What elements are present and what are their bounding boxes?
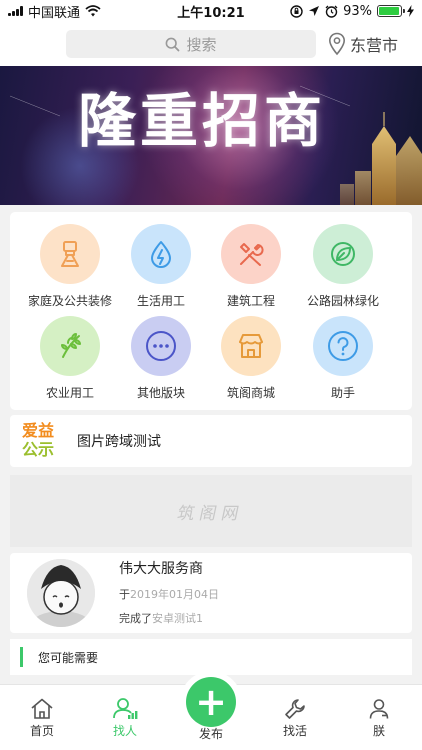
status-bar: 中国联通 上午10:21 93% xyxy=(0,0,422,22)
location-selector[interactable]: 东营市 xyxy=(328,30,398,58)
water-drop-icon xyxy=(131,224,191,284)
category-label: 其他版块 xyxy=(136,386,185,400)
category-grid: 家庭及公共装修 生活用工 建筑工程 公路园林绿化农业用工 其他版块 筑阁商城 助手 xyxy=(10,212,412,410)
provider-done-prefix: 完成了 xyxy=(119,612,152,625)
tab-bar: 首页 找人 + 发布 找活 朕 xyxy=(0,671,422,750)
paint-brush-icon xyxy=(40,224,100,284)
charging-icon xyxy=(407,5,414,17)
wrench-icon xyxy=(285,698,305,719)
tab-me-label: 朕 xyxy=(372,724,385,738)
home-icon xyxy=(31,698,53,719)
category-item[interactable]: 其他版块 xyxy=(111,316,211,401)
maybe-need-section: 您可能需要 xyxy=(10,639,412,675)
find-people-icon xyxy=(113,697,138,719)
tab-me[interactable]: 朕 xyxy=(349,695,409,739)
status-left: 中国联通 xyxy=(8,2,101,21)
user-icon xyxy=(369,698,389,719)
store-icon xyxy=(221,316,281,376)
notice-text: 图片跨域测试 xyxy=(77,434,161,450)
category-label: 家庭及公共装修 xyxy=(27,294,112,308)
image-placeholder[interactable]: 筑阁网 xyxy=(10,475,412,547)
location-label: 东营市 xyxy=(350,36,399,55)
search-placeholder: 搜索 xyxy=(186,35,217,54)
provider-name: 伟大大服务商 xyxy=(119,561,203,577)
section-title: 您可能需要 xyxy=(38,651,99,665)
category-item[interactable]: 生活用工 xyxy=(111,224,211,309)
category-item[interactable]: 助手 xyxy=(293,316,393,401)
search-input[interactable]: 搜索 xyxy=(66,30,316,58)
plus-icon: + xyxy=(186,677,236,727)
category-label: 筑阁商城 xyxy=(226,386,275,400)
banner-title: 隆重招商 xyxy=(78,87,327,155)
alarm-icon xyxy=(325,5,338,18)
tab-find-people[interactable]: 找人 xyxy=(95,695,155,739)
battery-percent: 93% xyxy=(343,3,372,19)
category-item[interactable]: 筑阁商城 xyxy=(201,316,301,401)
battery-icon xyxy=(377,5,405,17)
category-label: 生活用工 xyxy=(136,294,185,308)
provider-card[interactable]: 伟大大服务商 于2019年01月04日 完成了安卓测试1 xyxy=(10,553,412,633)
tab-home-label: 首页 xyxy=(29,724,54,738)
promo-banner[interactable]: 隆重招商 xyxy=(0,66,422,205)
category-item[interactable]: 建筑工程 xyxy=(201,224,301,309)
help-icon xyxy=(313,316,373,376)
wifi-icon xyxy=(85,5,101,17)
signal-icon xyxy=(8,6,23,16)
notice-logo-line2: 公示 xyxy=(21,440,54,459)
tab-home[interactable]: 首页 xyxy=(12,695,72,739)
provider-done-item: 安卓测试1 xyxy=(152,612,203,625)
tab-find-work-label: 找活 xyxy=(282,724,307,738)
top-header: 搜索 东营市 xyxy=(0,22,422,66)
category-item[interactable]: 家庭及公共装修 xyxy=(20,224,120,309)
notice-logo-line1: 爱益 xyxy=(21,421,54,440)
map-pin-icon xyxy=(328,32,346,56)
provider-date-value: 2019年01月04日 xyxy=(130,588,219,601)
orientation-lock-icon xyxy=(290,4,303,18)
tab-find-work[interactable]: 找活 xyxy=(265,695,325,739)
more-icon xyxy=(131,316,191,376)
category-label: 公路园林绿化 xyxy=(306,294,379,308)
tools-icon xyxy=(221,224,281,284)
section-accent-bar xyxy=(20,647,23,667)
tab-find-people-label: 找人 xyxy=(112,724,137,738)
provider-date-prefix: 于 xyxy=(119,588,130,601)
search-icon xyxy=(166,37,180,51)
provider-date: 于2019年01月04日 xyxy=(119,586,219,602)
carrier-label: 中国联通 xyxy=(28,5,81,21)
publish-label: 发布 xyxy=(198,727,223,741)
category-item[interactable]: 公路园林绿化 xyxy=(293,224,393,309)
leaf-icon xyxy=(313,224,373,284)
category-label: 建筑工程 xyxy=(226,294,275,308)
category-item[interactable]: 农业用工 xyxy=(20,316,120,401)
location-arrow-icon xyxy=(309,6,320,16)
avatar xyxy=(27,559,95,627)
notice-logo: 爱益 公示 xyxy=(18,421,58,461)
publish-button[interactable]: + xyxy=(180,671,242,733)
provider-completed: 完成了安卓测试1 xyxy=(119,610,203,626)
category-label: 农业用工 xyxy=(45,386,94,400)
image-watermark: 筑阁网 xyxy=(175,503,246,524)
notice-row[interactable]: 爱益 公示 图片跨域测试 xyxy=(10,415,412,467)
status-right: 93% xyxy=(290,4,414,19)
sprout-icon xyxy=(40,316,100,376)
category-label: 助手 xyxy=(330,386,355,400)
